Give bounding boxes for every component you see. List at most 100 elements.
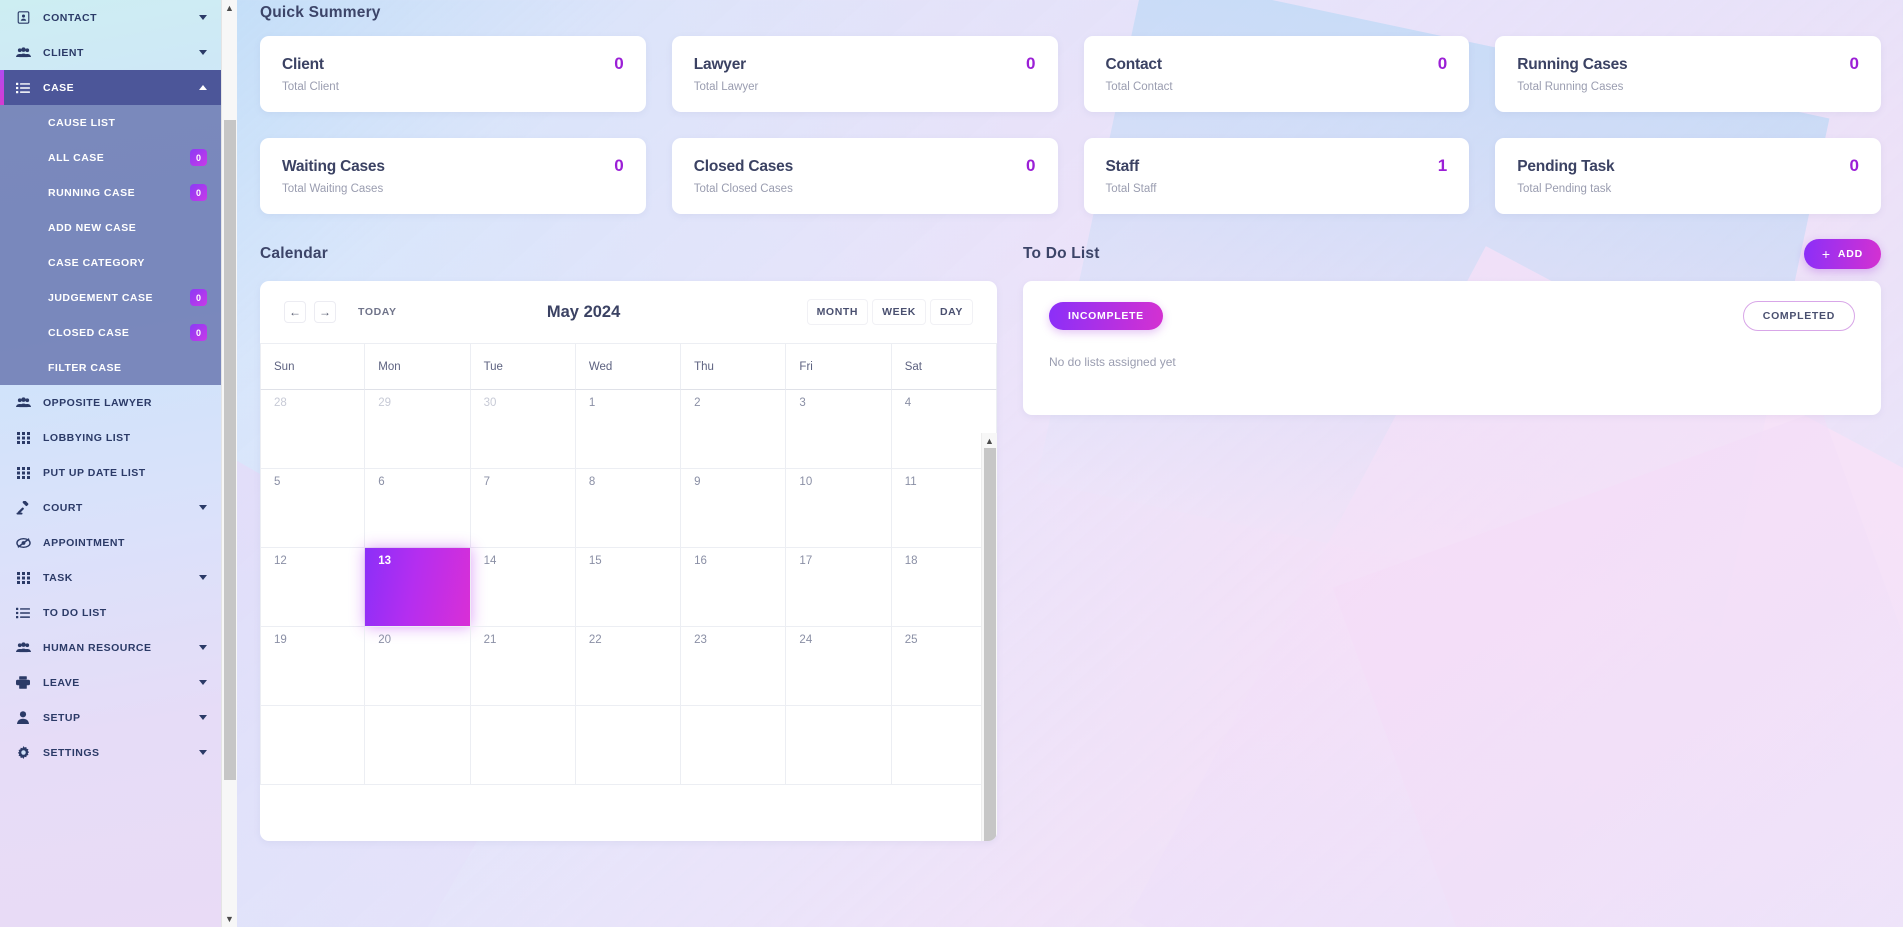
sidebar-item-task[interactable]: TASK — [0, 560, 221, 595]
calendar-day-cell[interactable]: 14 — [470, 548, 576, 627]
sidebar-item-label: OPPOSITE LAWYER — [43, 396, 153, 409]
calendar-week-row: 19 20 21 22 23 24 25 — [260, 627, 997, 706]
weekday-tue: Tue — [470, 344, 576, 390]
calendar-day-cell[interactable]: 19 — [260, 627, 366, 706]
sidebar-item-case[interactable]: CASE — [0, 70, 221, 105]
submenu-item-judgement-case[interactable]: JUDGEMENT CASE 0 — [0, 280, 221, 315]
calendar-day-cell[interactable]: 5 — [260, 469, 366, 548]
calendar-day-cell[interactable]: 8 — [575, 469, 682, 548]
chevron-down-icon — [199, 680, 207, 685]
page-scrollbar[interactable]: ▲ ▼ — [221, 0, 237, 927]
calendar-day-cell[interactable]: 1 — [575, 390, 682, 469]
weekday-mon: Mon — [365, 344, 471, 390]
sidebar-item-appointment[interactable]: APPOINTMENT — [0, 525, 221, 560]
stat-card-pending-task[interactable]: Pending Task 0 Total Pending task — [1495, 138, 1881, 214]
submenu-item-label: CLOSED CASE — [48, 326, 130, 339]
calendar-title: Calendar — [260, 245, 328, 262]
calendar-day-cell-today[interactable]: 13 — [365, 548, 471, 627]
calendar-day-cell[interactable] — [260, 706, 366, 785]
submenu-item-all-case[interactable]: ALL CASE 0 — [0, 140, 221, 175]
calendar-day-cell[interactable] — [575, 706, 682, 785]
stat-card-staff[interactable]: Staff 1 Total Staff — [1083, 138, 1470, 214]
stat-card-client[interactable]: Client 0 Total Client — [260, 36, 646, 112]
calendar-day-cell[interactable]: 15 — [575, 548, 682, 627]
scrollbar-thumb[interactable] — [224, 120, 236, 780]
sidebar-item-label: COURT — [43, 501, 83, 514]
calendar-day-cell[interactable] — [786, 706, 892, 785]
submenu-item-cause-list[interactable]: CAUSE LIST — [0, 105, 221, 140]
calendar-week-row: 28 29 30 1 2 3 4 — [260, 390, 997, 469]
tab-completed[interactable]: COMPLETED — [1742, 301, 1855, 331]
sidebar-item-setup[interactable]: SETUP — [0, 700, 221, 735]
calendar-day-cell[interactable]: 6 — [365, 469, 471, 548]
calendar-day-cell[interactable]: 22 — [575, 627, 682, 706]
calendar-day-cell[interactable]: 30 — [470, 390, 576, 469]
chevron-down-icon — [199, 505, 207, 510]
calendar-next-button[interactable]: → — [314, 301, 336, 323]
calendar-day-cell[interactable]: 29 — [365, 390, 471, 469]
sidebar-item-opposite-lawyer[interactable]: OPPOSITE LAWYER — [0, 385, 221, 420]
weekday-thu: Thu — [681, 344, 787, 390]
stat-card-closed-cases[interactable]: Closed Cases 0 Total Closed Cases — [671, 138, 1058, 214]
submenu-item-case-category[interactable]: CASE CATEGORY — [0, 245, 221, 280]
sidebar-item-leave[interactable]: LEAVE — [0, 665, 221, 700]
calendar-day-cell[interactable]: 3 — [786, 390, 892, 469]
sidebar-item-to-do-list[interactable]: TO DO LIST — [0, 595, 221, 630]
calendar-scrollbar[interactable]: ▲ — [981, 433, 997, 841]
stat-card-waiting-cases[interactable]: Waiting Cases 0 Total Waiting Cases — [260, 138, 646, 214]
sidebar-item-put-up-date-list[interactable]: PUT UP DATE LIST — [0, 455, 221, 490]
calendar-day-cell[interactable]: 17 — [786, 548, 892, 627]
submenu-item-running-case[interactable]: RUNNING CASE 0 — [0, 175, 221, 210]
calendar-view-day[interactable]: DAY — [929, 299, 973, 325]
stat-card-value: 0 — [1026, 156, 1036, 175]
calendar-day-cell[interactable]: 7 — [470, 469, 576, 548]
sidebar-item-client[interactable]: CLIENT — [0, 35, 221, 70]
calendar-grid: Sun Mon Tue Wed Thu Fri Sat 28 29 30 1 2 — [260, 343, 997, 785]
chevron-down-icon — [199, 575, 207, 580]
sidebar-item-human-resource[interactable]: HUMAN RESOURCE — [0, 630, 221, 665]
scroll-up-arrow-icon[interactable]: ▲ — [222, 0, 237, 16]
calendar-scrollbar-thumb[interactable] — [984, 448, 996, 841]
sidebar-item-label: TASK — [43, 571, 73, 584]
calendar-day-cell[interactable]: 28 — [260, 390, 366, 469]
calendar-day-cell[interactable]: 20 — [365, 627, 471, 706]
calendar-day-cell[interactable]: 16 — [681, 548, 787, 627]
calendar-view-week[interactable]: WEEK — [872, 299, 926, 325]
scroll-down-arrow-icon[interactable]: ▼ — [222, 911, 237, 927]
submenu-badge: 0 — [190, 324, 207, 341]
calendar-day-cell[interactable] — [470, 706, 576, 785]
calendar-view-month[interactable]: MONTH — [806, 299, 869, 325]
add-todo-button[interactable]: + ADD — [1803, 239, 1881, 269]
calendar-scroll-up-arrow-icon[interactable]: ▲ — [982, 433, 997, 448]
stat-card-title: Closed Cases — [693, 158, 794, 175]
people-group-icon — [12, 46, 34, 59]
calendar-card: ← → TODAY May 2024 MONTH WEEK DAY Sun Mo… — [260, 281, 997, 841]
calendar-day-cell[interactable] — [365, 706, 471, 785]
calendar-day-cell[interactable]: 21 — [470, 627, 576, 706]
tab-incomplete[interactable]: INCOMPLETE — [1049, 302, 1163, 330]
calendar-day-cell[interactable] — [681, 706, 787, 785]
stat-card-lawyer[interactable]: Lawyer 0 Total Lawyer — [671, 36, 1058, 112]
submenu-item-closed-case[interactable]: CLOSED CASE 0 — [0, 315, 221, 350]
submenu-item-filter-case[interactable]: FILTER CASE — [0, 350, 221, 385]
sidebar-item-lobbying-list[interactable]: LOBBYING LIST — [0, 420, 221, 455]
calendar-day-cell[interactable]: 9 — [681, 469, 787, 548]
calendar-day-cell[interactable]: 12 — [260, 548, 366, 627]
calendar-day-cell[interactable]: 2 — [681, 390, 787, 469]
stat-card-contact[interactable]: Contact 0 Total Contact — [1083, 36, 1470, 112]
stat-card-running-cases[interactable]: Running Cases 0 Total Running Cases — [1495, 36, 1881, 112]
calendar-section: Calendar ← → TODAY May 2024 MONTH WEEK D… — [260, 240, 997, 841]
sidebar-item-court[interactable]: COURT — [0, 490, 221, 525]
submenu-item-add-new-case[interactable]: ADD NEW CASE — [0, 210, 221, 245]
add-todo-label: ADD — [1837, 248, 1863, 260]
stat-card-subtitle: Total Staff — [1105, 183, 1157, 195]
calendar-day-cell[interactable]: 23 — [681, 627, 787, 706]
sidebar-item-contact[interactable]: CONTACT — [0, 0, 221, 35]
calendar-day-cell[interactable]: 24 — [786, 627, 892, 706]
calendar-prev-button[interactable]: ← — [284, 301, 306, 323]
sidebar-item-settings[interactable]: SETTINGS — [0, 735, 221, 770]
stat-card-subtitle: Total Pending task — [1517, 183, 1612, 195]
calendar-weekday-row: Sun Mon Tue Wed Thu Fri Sat — [260, 344, 997, 390]
calendar-day-cell[interactable]: 10 — [786, 469, 892, 548]
submenu-item-label: JUDGEMENT CASE — [48, 291, 154, 304]
